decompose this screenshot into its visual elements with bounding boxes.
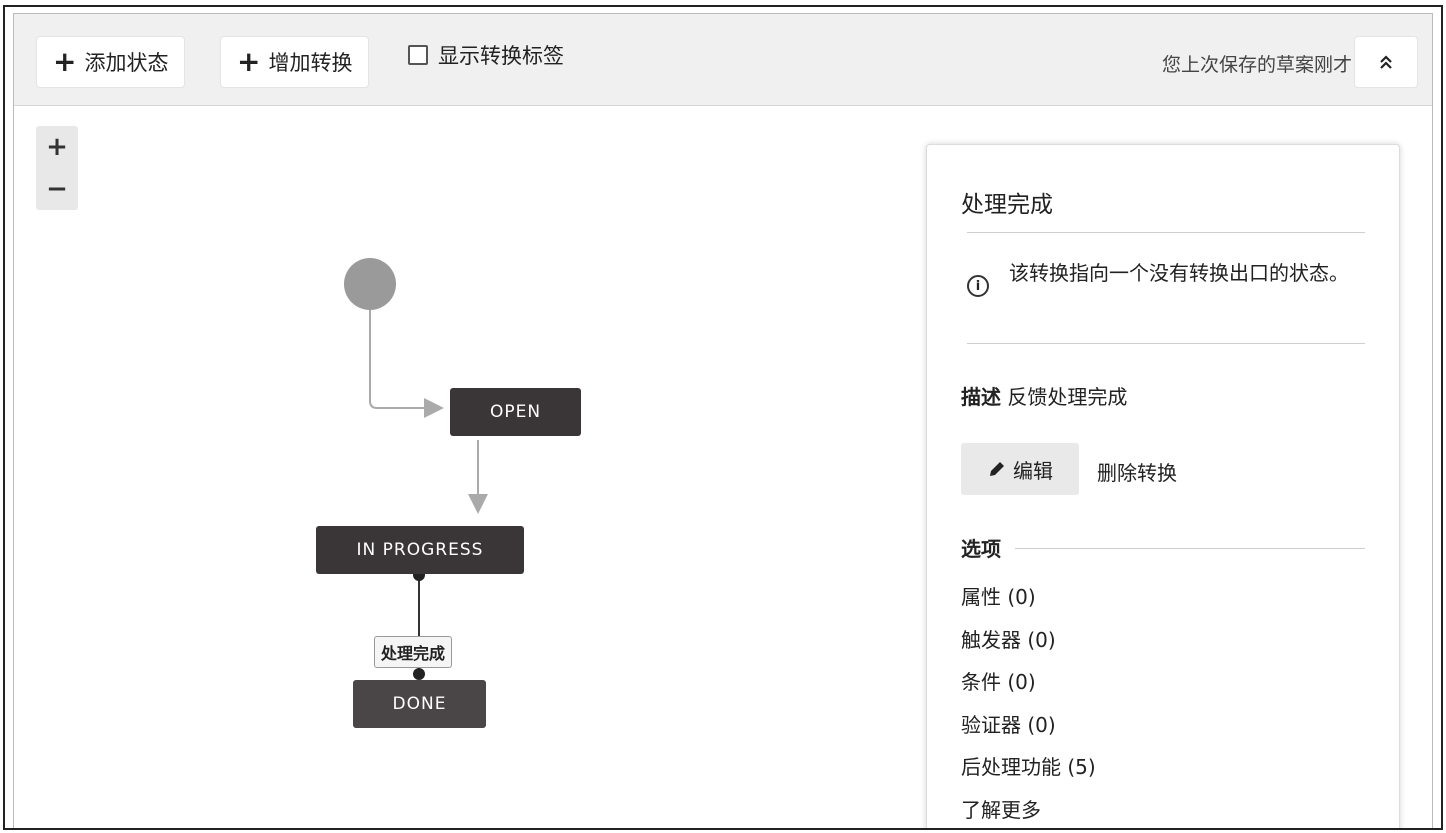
plus-icon: +: [237, 45, 261, 78]
description-value: 反馈处理完成: [1007, 385, 1128, 409]
divider: [967, 343, 1365, 344]
transition-label[interactable]: 处理完成: [374, 636, 453, 668]
state-open[interactable]: OPEN: [450, 388, 581, 436]
panel-title: 处理完成: [961, 192, 1053, 218]
save-status-text: 您上次保存的草案刚才: [1161, 54, 1352, 76]
window-frame: + 添加状态 + 增加转换 显示转换标签 您上次保存的草案刚才 + − OPEN…: [3, 5, 1443, 830]
option-learn-more[interactable]: 了解更多: [961, 794, 1096, 829]
transition-details-panel: 处理完成 i 该转换指向一个没有转换出口的状态。 描述 反馈处理完成 编辑 删除…: [926, 144, 1400, 829]
option-triggers[interactable]: 触发器 (0): [961, 624, 1096, 667]
add-state-button[interactable]: + 添加状态: [36, 36, 186, 88]
edit-label: 编辑: [1013, 458, 1053, 483]
divider: [967, 232, 1365, 233]
option-post-functions[interactable]: 后处理功能 (5): [961, 751, 1096, 794]
info-message: 该转换指向一个没有转换出口的状态。: [1009, 261, 1349, 285]
option-validators[interactable]: 验证器 (0): [961, 709, 1096, 752]
state-done[interactable]: DONE: [353, 680, 486, 728]
description: 描述 反馈处理完成: [961, 381, 1127, 410]
options-list: 属性 (0) 触发器 (0) 条件 (0) 验证器 (0) 后处理功能 (5) …: [961, 581, 1096, 829]
show-labels-checkbox[interactable]: [408, 45, 428, 65]
show-transition-labels-toggle[interactable]: 显示转换标签: [408, 40, 564, 70]
options-divider: [1015, 548, 1365, 549]
transition-end-dot: [413, 668, 425, 680]
pencil-icon: [990, 462, 1004, 476]
toolbar: + 添加状态 + 增加转换 显示转换标签 您上次保存的草案刚才: [14, 14, 1432, 106]
show-labels-text: 显示转换标签: [438, 44, 564, 68]
double-chevron-up-icon: [1380, 55, 1392, 69]
state-in-progress[interactable]: IN PROGRESS: [316, 526, 524, 574]
workflow-diagram: OPEN IN PROGRESS DONE 处理完成: [14, 106, 914, 828]
description-label: 描述: [961, 385, 1001, 409]
collapse-button[interactable]: [1354, 36, 1418, 88]
add-transition-button[interactable]: + 增加转换: [220, 36, 370, 88]
workflow-editor: + 添加状态 + 增加转换 显示转换标签 您上次保存的草案刚才 + − OPEN…: [13, 13, 1433, 828]
option-conditions[interactable]: 条件 (0): [961, 666, 1096, 709]
plus-icon: +: [53, 45, 77, 78]
options-heading: 选项: [961, 537, 1001, 561]
initial-state-circle: [344, 258, 396, 310]
add-state-label: 添加状态: [84, 51, 169, 75]
option-properties[interactable]: 属性 (0): [961, 581, 1096, 624]
add-transition-label: 增加转换: [268, 51, 353, 75]
edit-button[interactable]: 编辑: [961, 443, 1079, 495]
initial-transition-line: [369, 298, 444, 418]
info-icon: i: [967, 275, 989, 297]
delete-transition-link[interactable]: 删除转换: [1097, 457, 1177, 486]
